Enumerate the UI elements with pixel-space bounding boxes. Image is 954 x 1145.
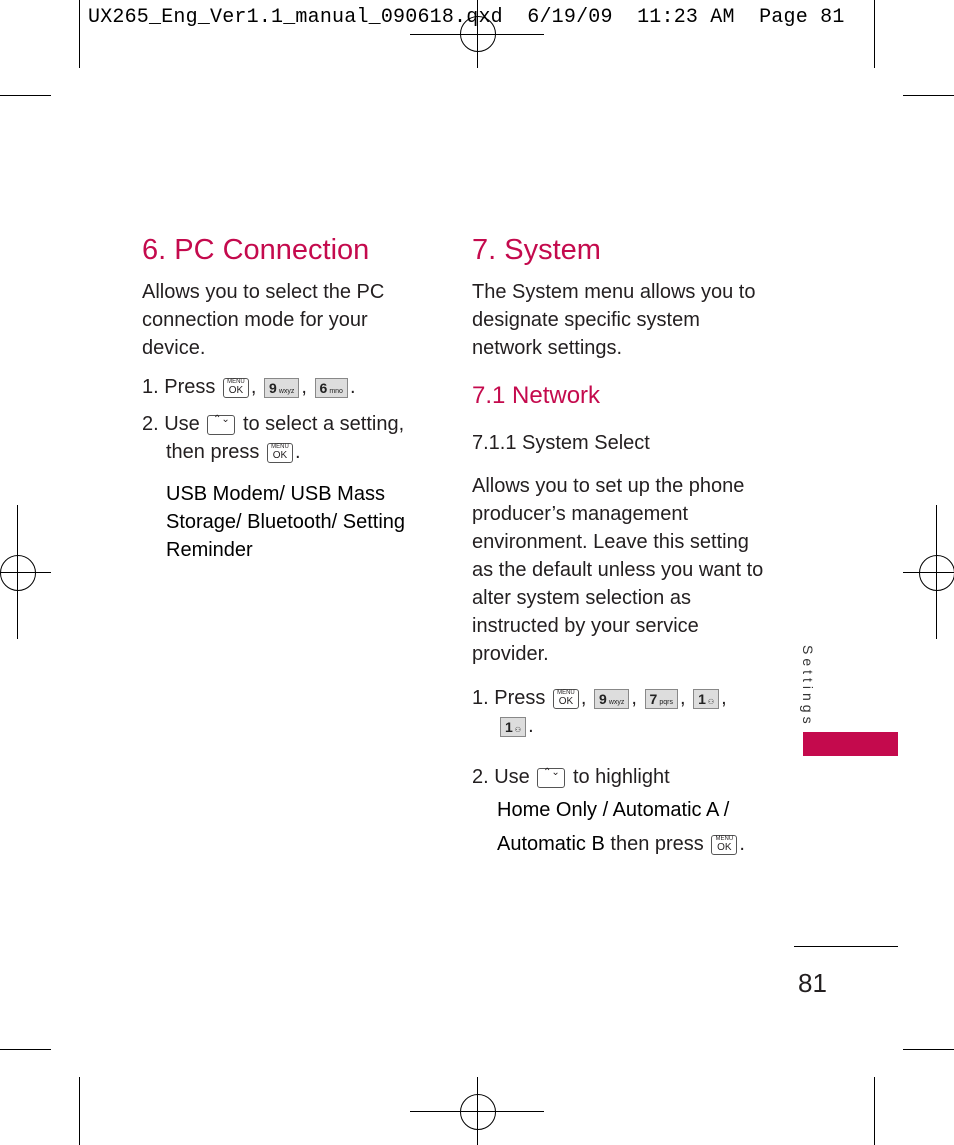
pc-connection-options: USB Modem/ USB Mass Storage/ Bluetooth/ … — [166, 483, 406, 561]
section-side-label: Settings — [800, 645, 816, 728]
section-tab-marker — [803, 732, 898, 756]
page-number: 81 — [798, 968, 827, 998]
registration-circle — [460, 1094, 496, 1130]
menu-ok-key-icon: MENU OK — [222, 377, 249, 398]
crop-mark — [874, 0, 875, 68]
subsection-title-network: 7.1 Network — [472, 382, 601, 409]
menu-ok-key-icon: MENU OK — [266, 442, 293, 463]
nav-key-icon: ⌃⌄ — [207, 414, 236, 435]
crop-mark — [903, 1049, 954, 1050]
system-options-line-1: Home Only / Automatic A / — [497, 799, 730, 821]
key-6-icon: 6 mno — [314, 377, 348, 398]
nav-key-icon: ⌃⌄ — [537, 767, 566, 788]
system-intro: The System menu allows you to designate … — [472, 281, 756, 359]
key-9-icon: 9 wxyz — [264, 377, 300, 398]
menu-ok-key-icon: MENU OK — [711, 834, 738, 855]
crop-mark — [874, 1077, 875, 1145]
system-step-2: 2. Use ⌃⌄ to highlight — [472, 766, 670, 788]
crop-mark — [0, 95, 51, 96]
pc-step-1: 1. Press MENU OK, 9 wxyz, 6 mno. — [142, 376, 356, 398]
crop-mark — [79, 1077, 80, 1145]
crop-mark — [0, 1049, 51, 1050]
subsubsection-title-system-select: 7.1.1 System Select — [472, 432, 650, 454]
registration-circle — [460, 16, 496, 52]
crop-mark — [903, 95, 954, 96]
system-step-1: 1. Press MENU OK, 9 wxyz, 7 pqrs, 1 ⚇, 1 ⚇. — [472, 687, 727, 737]
registration-circle — [0, 555, 36, 591]
registration-circle — [919, 555, 954, 591]
key-1-icon: 1 ⚇ — [693, 688, 720, 709]
crop-mark — [79, 0, 80, 68]
pc-step-2: 2. Use ⌃⌄ to select a setting, then pres… — [142, 413, 405, 463]
section-title-pc-connection: 6. PC Connection — [142, 234, 370, 266]
pc-connection-intro: Allows you to select the PC connection m… — [142, 281, 385, 359]
key-9-icon: 9 wxyz — [594, 688, 630, 709]
menu-ok-key-icon: MENU OK — [552, 688, 579, 709]
section-title-system: 7. System — [472, 234, 601, 266]
step-label: 1. Press — [142, 376, 216, 398]
key-1-icon: 1 ⚇ — [500, 716, 527, 737]
system-options-line-2: Automatic B then press MENU OK. — [497, 833, 745, 855]
page-number-rule — [794, 946, 898, 947]
system-select-body: Allows you to set up the phone producer’… — [472, 475, 764, 665]
key-7-icon: 7 pqrs — [644, 688, 678, 709]
